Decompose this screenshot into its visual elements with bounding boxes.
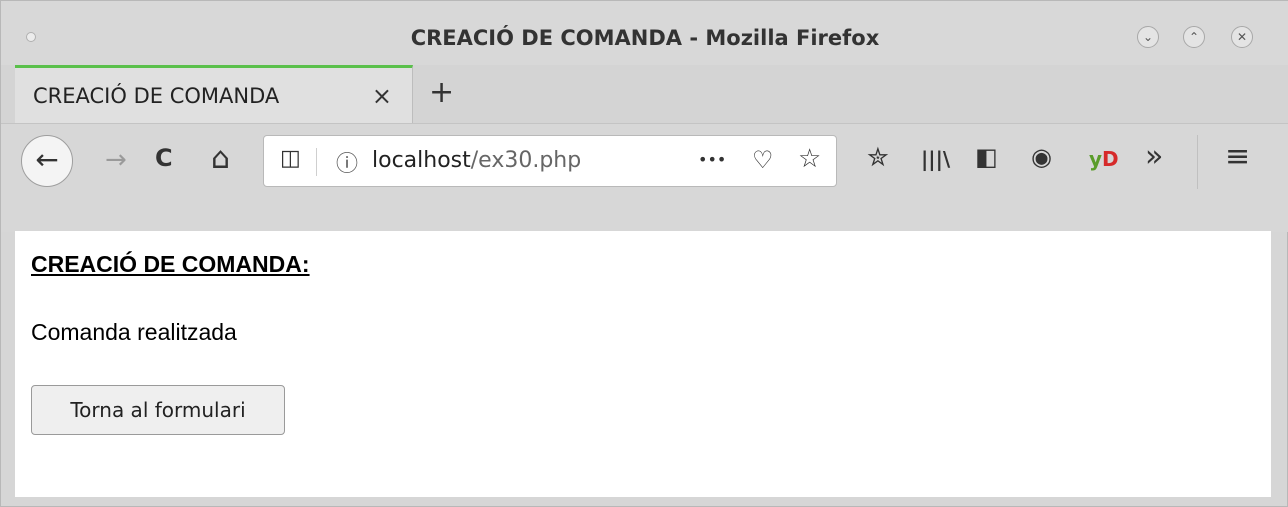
forward-button[interactable]: → [105,145,127,175]
page-content: CREACIÓ DE COMANDA: Comanda realitzada T… [15,231,1271,497]
library-icon[interactable]: |||\ [921,147,950,171]
browser-window: CREACIÓ DE COMANDA - Mozilla Firefox ⌄ ⌃… [0,0,1288,507]
url-path: /ex30.php [470,148,582,173]
sidebar-icon[interactable]: ◧ [975,143,998,171]
page-heading: CREACIÓ DE COMANDA: [31,251,310,277]
tab-active[interactable]: CREACIÓ DE COMANDA × [15,65,413,123]
url-separator [316,148,317,176]
hamburger-menu-icon[interactable]: ≡ [1225,139,1250,174]
maximize-button[interactable]: ⌃ [1183,26,1205,48]
status-message: Comanda realitzada [31,319,237,345]
toolbar-separator [1197,135,1198,189]
new-tab-button[interactable]: + [429,75,454,110]
site-info-icon[interactable]: ⓘ [336,146,358,178]
url-text[interactable]: localhost/ex30.php [372,148,581,173]
back-button[interactable]: ← [21,135,73,187]
page-actions-icon[interactable]: ••• [698,150,726,169]
home-button[interactable]: ⌂ [211,141,230,176]
close-window-button[interactable]: ✕ [1231,26,1253,48]
url-bar[interactable]: ◫ ⓘ localhost/ex30.php ••• ♡ ☆ [263,135,837,187]
title-bar: CREACIÓ DE COMANDA - Mozilla Firefox ⌄ ⌃… [1,1,1288,65]
tab-close-icon[interactable]: × [372,82,392,110]
reload-button[interactable]: C [155,144,173,172]
pocket-icon[interactable]: ♡ [752,146,774,174]
bookmark-star-icon[interactable]: ☆ [798,144,821,174]
tab-strip: CREACIÓ DE COMANDA × [1,65,1288,123]
yd-extension-icon[interactable]: yD [1089,147,1119,171]
bookmarks-menu-icon[interactable]: ✮ [867,143,889,173]
account-icon[interactable]: ◉ [1031,143,1052,171]
url-host: localhost [372,148,471,173]
window-title: CREACIÓ DE COMANDA - Mozilla Firefox [410,26,880,50]
tracking-shield-icon[interactable]: ◫ [280,146,301,171]
back-to-form-button[interactable]: Torna al formulari [31,385,285,435]
minimize-button[interactable]: ⌄ [1137,26,1159,48]
tab-label: CREACIÓ DE COMANDA [33,84,280,108]
overflow-menu-icon[interactable]: » [1145,139,1163,174]
